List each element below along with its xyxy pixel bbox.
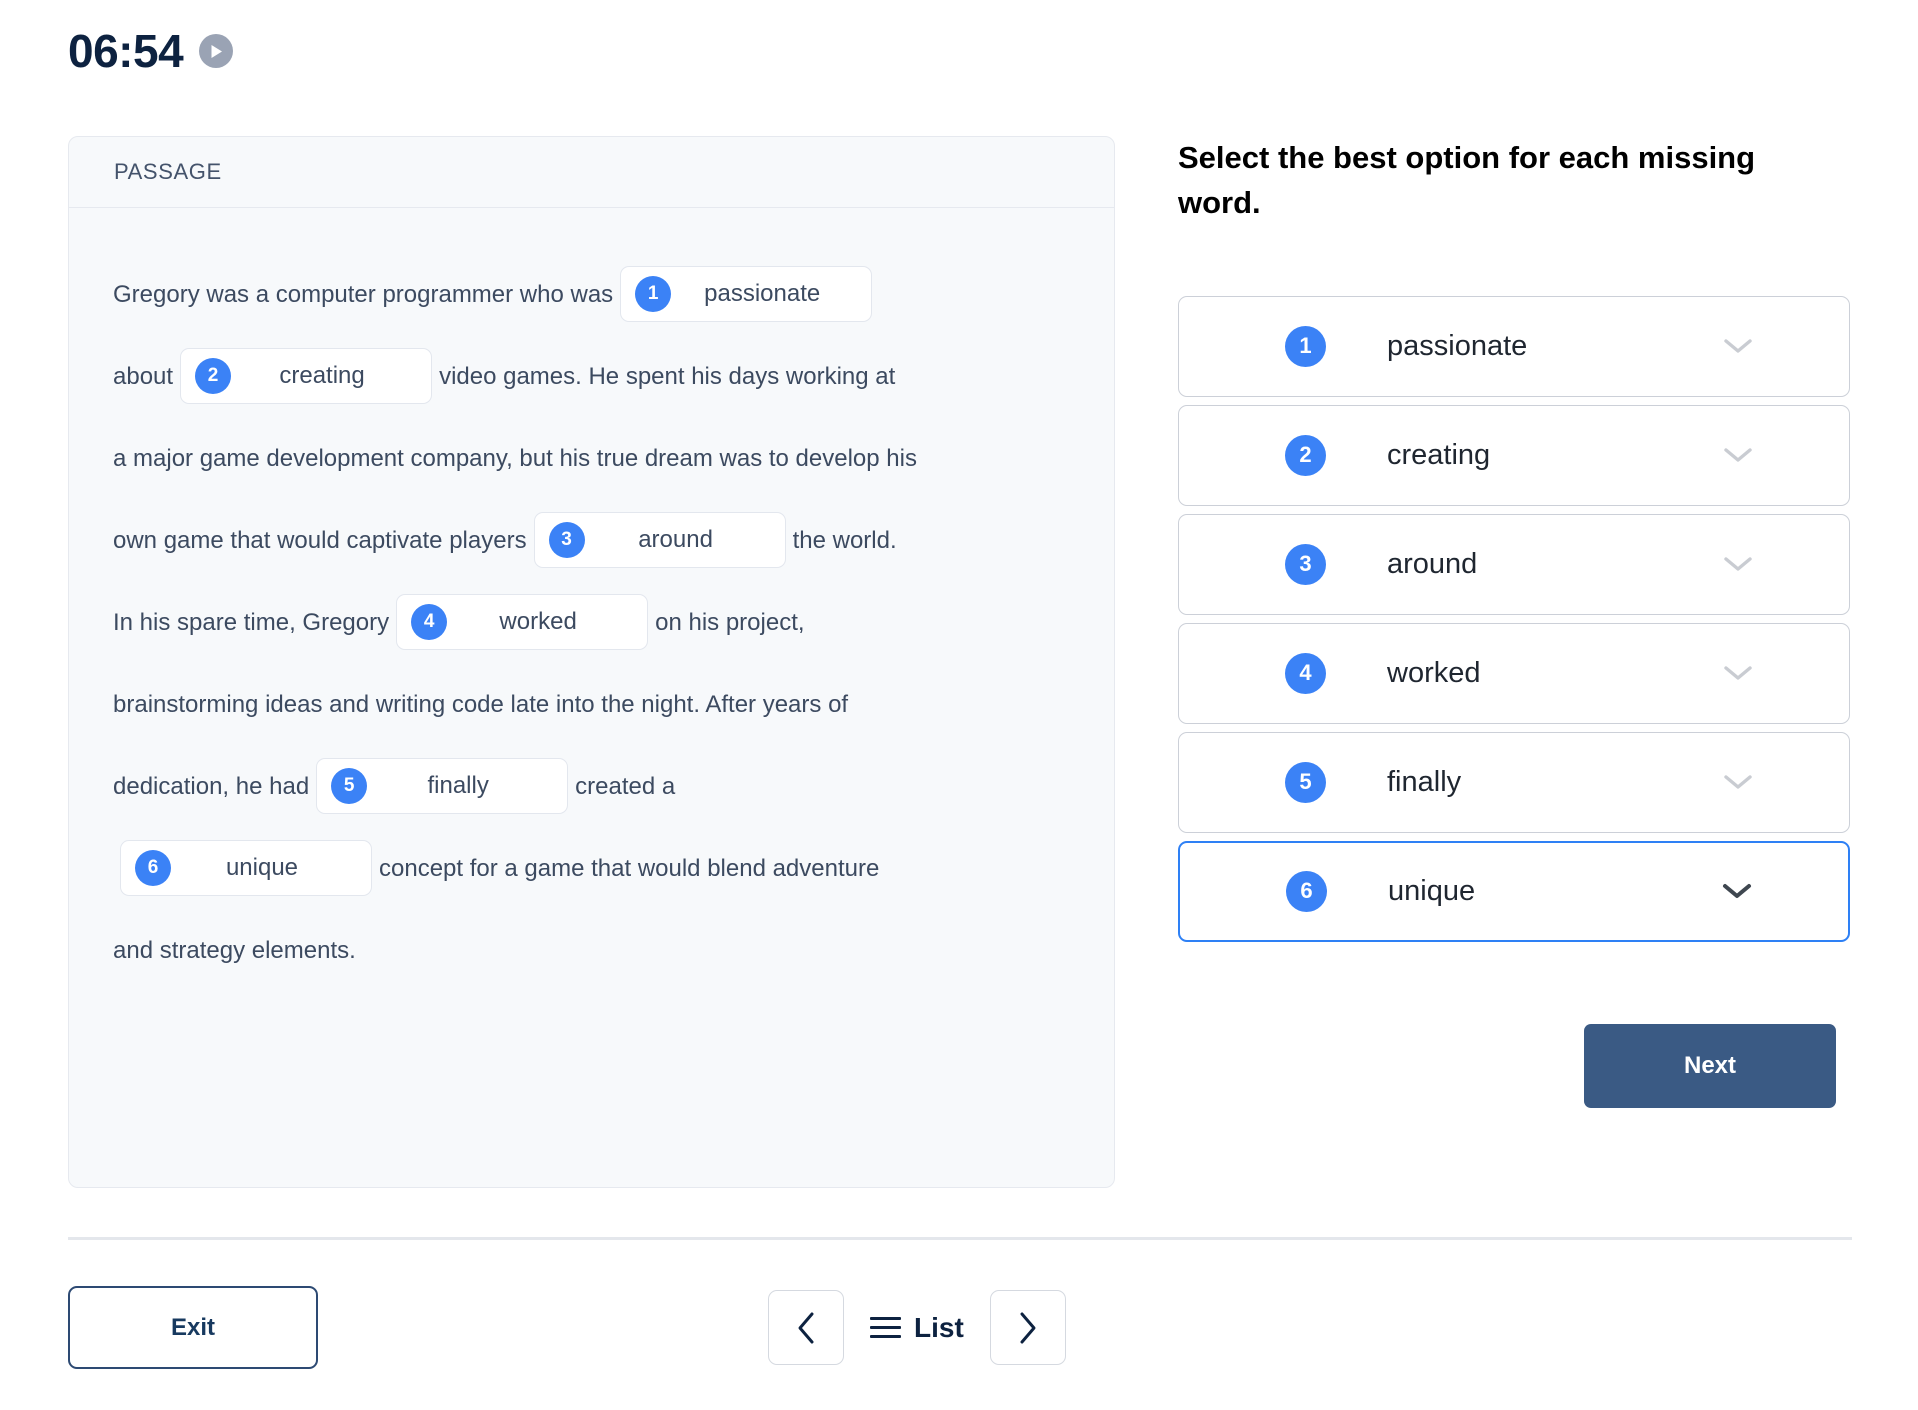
passage-blank-4[interactable]: 4 worked [396,593,649,650]
passage-text-segment: a major game development company, but hi… [113,445,917,472]
passage-blank-5[interactable]: 5 finally [316,757,569,814]
passage-line: 6 unique concept for a game that would ble… [113,828,1070,910]
passage-line: about 2 creating video games. He spent his … [113,336,1070,418]
option-list: 1 passionate 2 creating 3 around 4 worked 5 final… [1178,295,1850,942]
passage-text-segment: about [113,363,174,390]
option-word: unique [1388,874,1476,907]
passage-blank-1[interactable]: 1 passionate [620,265,873,322]
play-circle-icon[interactable] [199,34,234,68]
blank-number-badge: 3 [548,521,585,558]
blank-word: passionate [704,279,821,307]
passage-line: and strategy elements. [113,910,1070,992]
timer-bar: 06:54 [68,25,234,77]
chevron-down-icon[interactable] [1723,555,1753,573]
passage-line: Gregory was a computer programmer who wa… [113,254,1070,336]
main-content: PASSAGE Gregory was a computer programme… [0,136,1918,1196]
chevron-right-icon [1020,1312,1036,1343]
passage-text-segment: own game that would captivate players [113,527,527,554]
option-number-badge: 2 [1285,434,1326,476]
blank-number-badge: 6 [135,849,171,886]
hamburger-icon [870,1317,901,1338]
blank-word: around [638,525,713,553]
answer-panel: Select the best option for each missing … [1178,136,1850,1108]
list-button[interactable]: List [858,1312,976,1344]
passage-line: dedication, he had 5 finally created a [113,746,1070,828]
passage-text-segment: the world. [792,527,897,554]
option-dropdown-3[interactable]: 3 around [1178,513,1850,615]
chevron-left-icon [798,1312,814,1343]
option-number-badge: 5 [1285,761,1326,803]
chevron-down-icon[interactable] [1723,773,1753,791]
exit-button[interactable]: Exit [68,1286,318,1369]
list-button-label: List [914,1311,964,1343]
passage-line: own game that would captivate players 3 ar… [113,500,1070,582]
chevron-down-icon[interactable] [1722,882,1752,900]
passage-text: Gregory was a computer programmer who wa… [69,208,1114,992]
passage-header-label: PASSAGE [114,159,222,184]
passage-line: brainstorming ideas and writing code lat… [113,664,1070,746]
chevron-down-icon[interactable] [1723,337,1753,355]
option-number-badge: 4 [1285,652,1326,694]
option-number-badge: 3 [1285,543,1326,585]
footer-bar: Exit List [0,1286,1918,1378]
passage-panel-header: PASSAGE [69,137,1114,208]
passage-text-segment: dedication, he had [113,773,310,800]
passage-line: a major game development company, but hi… [113,418,1070,500]
passage-panel: PASSAGE Gregory was a computer programme… [68,136,1115,1188]
chevron-down-icon[interactable] [1723,664,1753,682]
next-button-row: Next [1178,1023,1850,1108]
option-dropdown-5[interactable]: 5 finally [1178,731,1850,833]
chevron-down-icon[interactable] [1723,446,1753,464]
passage-text-segment: Gregory was a computer programmer who wa… [113,281,614,308]
passage-line: In his spare time, Gregory 4 worked on his … [113,582,1070,664]
passage-text-segment: video games. He spent his days working a… [439,363,896,390]
next-button[interactable]: Next [1584,1023,1836,1108]
option-word: finally [1387,765,1462,798]
blank-number-badge: 1 [635,275,672,312]
question-prompt: Select the best option for each missing … [1178,140,1756,220]
blank-number-badge: 5 [331,767,368,804]
blank-word: finally [427,771,489,799]
previous-question-button[interactable] [768,1290,844,1365]
passage-text-segment: on his project, [655,609,805,636]
footer-divider [68,1237,1852,1240]
option-word: passionate [1387,329,1528,362]
option-number-badge: 1 [1285,325,1326,367]
blank-word: worked [499,607,577,635]
option-dropdown-4[interactable]: 4 worked [1178,622,1850,724]
option-dropdown-6[interactable]: 6 unique [1178,840,1850,942]
option-dropdown-2[interactable]: 2 creating [1178,404,1850,506]
passage-text-segment: and strategy elements. [113,937,356,964]
option-word: creating [1387,438,1491,471]
blank-number-badge: 2 [195,357,232,394]
blank-word: creating [279,361,365,389]
option-dropdown-1[interactable]: 1 passionate [1178,295,1850,397]
passage-text-segment: created a [575,773,676,800]
passage-blank-2[interactable]: 2 creating [180,347,433,404]
blank-word: unique [225,853,299,881]
passage-text-segment: concept for a game that would blend adve… [379,855,880,882]
navigation-group: List [768,1290,1066,1365]
option-word: around [1387,547,1478,580]
option-word: worked [1387,656,1481,689]
option-number-badge: 6 [1286,870,1327,912]
blank-number-badge: 4 [411,603,448,640]
passage-text-segment: In his spare time, Gregory [113,609,390,636]
passage-blank-3[interactable]: 3 around [533,511,786,568]
next-question-button[interactable] [989,1290,1066,1365]
timer-value: 06:54 [68,25,184,77]
passage-text-segment: brainstorming ideas and writing code lat… [113,691,849,718]
passage-blank-6[interactable]: 6 unique [120,839,372,896]
